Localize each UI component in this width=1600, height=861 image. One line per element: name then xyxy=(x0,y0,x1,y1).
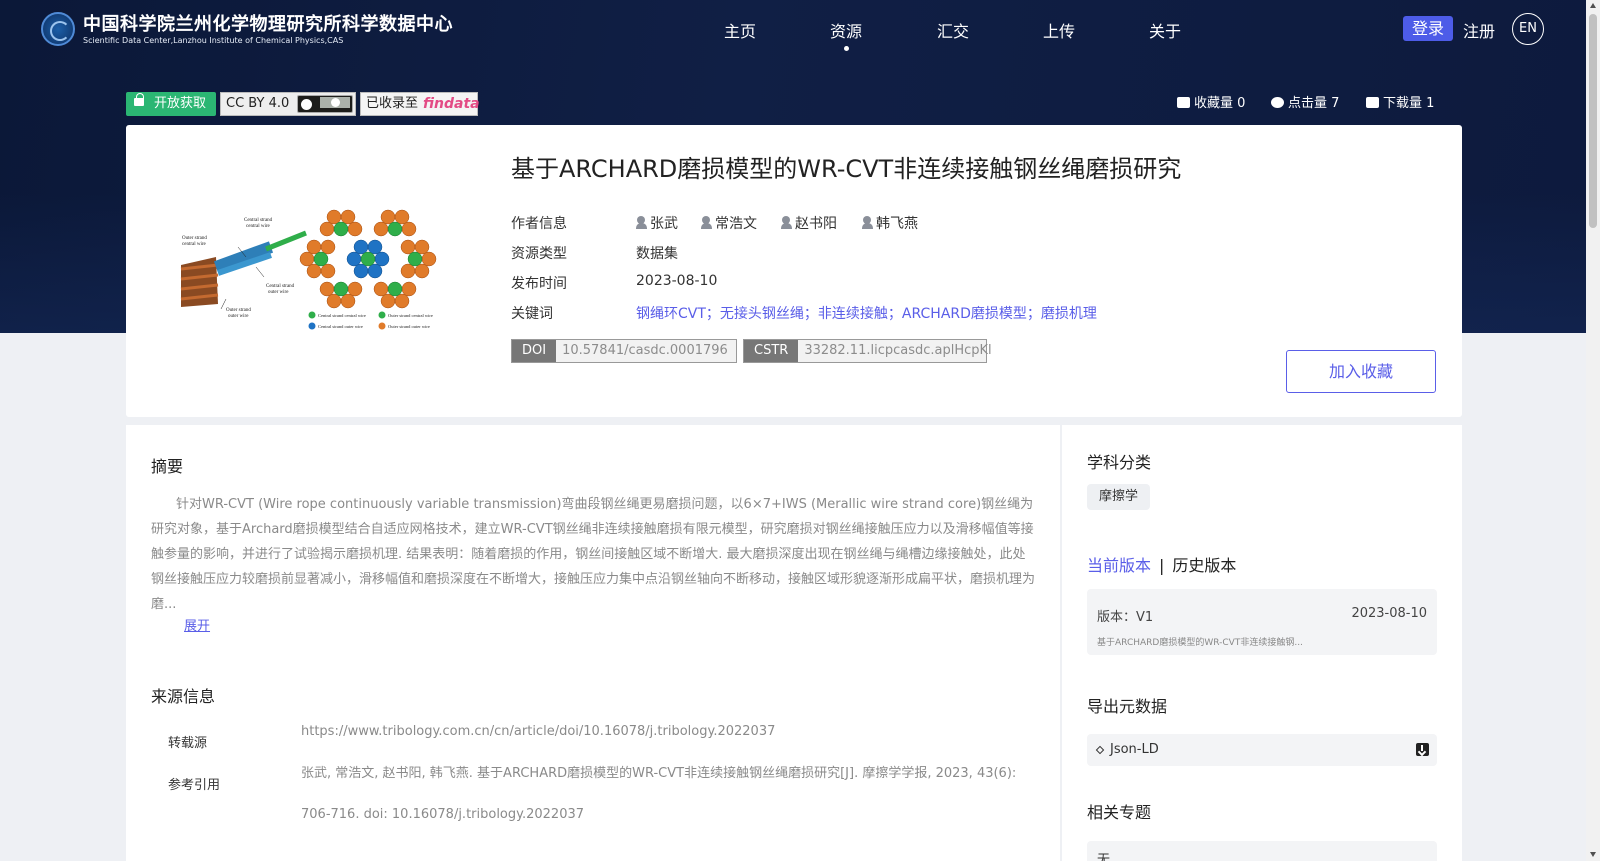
scroll-down-arrow-icon[interactable] xyxy=(1590,852,1596,857)
export-format-label: Json-LD xyxy=(1110,742,1159,757)
page-scrollbar[interactable] xyxy=(1586,0,1600,861)
resource-type-label: 资源类型 xyxy=(511,246,567,262)
add-favorite-button[interactable]: 加入收藏 xyxy=(1286,350,1436,393)
tab-current-version[interactable]: 当前版本 xyxy=(1087,556,1151,575)
cross-section-drawing xyxy=(299,209,437,309)
abstract-title: 摘要 xyxy=(151,457,184,476)
abstract-text: 针对WR-CVT (Wire rope continuously variabl… xyxy=(151,497,1036,612)
indexed-in-label: 已收录至 xyxy=(366,96,419,111)
resource-type-value: 数据集 xyxy=(636,246,678,262)
svg-text:Central strand outer wire: Central strand outer wire xyxy=(318,324,363,329)
svg-text:Central strand: Central strand xyxy=(244,218,273,223)
thumbnail-legend: Central strand central wire Outer strand… xyxy=(308,311,433,330)
findata-badge[interactable]: 已收录至 findata xyxy=(360,92,480,116)
svg-text:central wire: central wire xyxy=(182,242,207,247)
license-label: CC BY 4.0 xyxy=(226,96,290,111)
svg-text:Central strand: Central strand xyxy=(266,284,295,289)
doi-label: DOI xyxy=(512,340,557,362)
citation-label: 参考引用 xyxy=(168,778,221,793)
nav-resources[interactable]: 资源 xyxy=(830,18,862,51)
doi-value: 10.57841/casdc.0001796 xyxy=(562,343,728,358)
subject-title: 学科分类 xyxy=(1087,453,1152,472)
download-icon xyxy=(1366,97,1379,108)
version-name: 基于ARCHARD磨损模型的WR-CVT非连续接触钢... xyxy=(1097,638,1303,648)
sidebar-card: 学科分类 摩擦学 当前版本 | 历史版本 版本：V1 2023-08-10 基于AR… xyxy=(1062,425,1462,861)
svg-text:Outer strand: Outer strand xyxy=(182,236,207,241)
views-count: 点击量 7 xyxy=(1271,92,1339,111)
login-button[interactable]: 登录 xyxy=(1403,16,1453,41)
keywords-label: 关键词 xyxy=(511,306,553,322)
topics-box: 无 xyxy=(1087,841,1437,861)
svg-text:central wire: central wire xyxy=(246,224,271,229)
authors-label: 作者信息 xyxy=(511,216,567,232)
subject-tag[interactable]: 摩擦学 xyxy=(1087,484,1151,510)
eye-icon xyxy=(1271,97,1284,108)
svg-text:Outer strand: Outer strand xyxy=(226,308,251,313)
topics-title: 相关专题 xyxy=(1087,803,1152,822)
site-header: 中国科学院兰州化学物理研究所科学数据中心 Scientific Data Cen… xyxy=(0,0,1600,58)
diamond-icon xyxy=(1095,745,1105,755)
dataset-title: 基于ARCHARD磨损模型的WR-CVT非连续接触钢丝绳磨损研究 xyxy=(511,155,1182,183)
dataset-thumbnail[interactable]: Central strand central wire Outer strand… xyxy=(176,207,456,337)
license-badge[interactable]: CC BY 4.0 xyxy=(220,92,356,116)
author-link[interactable]: 张武 xyxy=(636,213,678,233)
cstr-value: 33282.11.licpcasdc.aplHcpKl xyxy=(804,343,992,358)
publish-date-value: 2023-08-10 xyxy=(636,273,718,289)
nav-home[interactable]: 主页 xyxy=(724,18,756,42)
nav-upload[interactable]: 上传 xyxy=(1043,18,1075,42)
version-label: 版本：V1 xyxy=(1097,610,1154,625)
topics-value: 无 xyxy=(1097,853,1111,861)
expand-link[interactable]: 展开 xyxy=(184,615,210,634)
scroll-up-arrow-icon[interactable] xyxy=(1590,3,1596,8)
author-link[interactable]: 常浩文 xyxy=(701,213,757,233)
svg-text:outer wire: outer wire xyxy=(268,290,289,295)
favorites-count: 收藏量 0 xyxy=(1177,92,1245,111)
institute-logo-icon[interactable] xyxy=(41,12,75,46)
downloads-count: 下载量 1 xyxy=(1366,92,1434,111)
scrollbar-thumb[interactable] xyxy=(1589,14,1597,228)
version-tabs: 当前版本 | 历史版本 xyxy=(1087,552,1236,576)
export-format-select[interactable]: Json-LD xyxy=(1087,734,1437,766)
cstr-badge[interactable]: CSTR 33282.11.licpcasdc.aplHcpKl xyxy=(743,339,992,363)
svg-text:Outer strand central wire: Outer strand central wire xyxy=(388,313,433,318)
tab-separator: | xyxy=(1159,556,1165,575)
source-title: 来源信息 xyxy=(151,687,216,706)
download-icon[interactable] xyxy=(1416,743,1429,756)
tab-history-version[interactable]: 历史版本 xyxy=(1172,556,1236,575)
site-title-cn[interactable]: 中国科学院兰州化学物理研究所科学数据中心 xyxy=(83,10,453,36)
svg-text:outer wire: outer wire xyxy=(228,314,249,319)
main-content-card: 摘要 针对WR-CVT (Wire rope continuously vari… xyxy=(126,425,1060,861)
repost-url[interactable]: https://www.tribology.com.cn/cn/article/… xyxy=(301,711,1031,752)
language-toggle-button[interactable]: EN xyxy=(1512,13,1544,45)
svg-text:Outer strand outer wire: Outer strand outer wire xyxy=(388,324,430,329)
cc-by-icon xyxy=(297,95,353,113)
nav-submit[interactable]: 汇交 xyxy=(937,18,969,42)
author-link[interactable]: 韩飞燕 xyxy=(862,213,918,233)
author-link[interactable]: 赵书阳 xyxy=(781,213,837,233)
publish-date-label: 发布时间 xyxy=(511,276,567,292)
unlock-icon xyxy=(134,93,144,106)
open-access-label: 开放获取 xyxy=(154,96,207,111)
citation-text: 张武, 常浩文, 赵书阳, 韩飞燕. 基于ARCHARD磨损模型的WR-CVT非… xyxy=(301,766,1017,822)
svg-text:Central strand central wire: Central strand central wire xyxy=(318,313,366,318)
cstr-label: CSTR xyxy=(744,340,799,362)
nav-about[interactable]: 关于 xyxy=(1149,18,1181,42)
doi-badge[interactable]: DOI 10.57841/casdc.0001796 xyxy=(511,339,737,363)
open-access-badge: 开放获取 xyxy=(126,92,216,116)
collection-icon xyxy=(1177,97,1190,108)
dataset-summary-card: Central strand central wire Outer strand… xyxy=(126,125,1462,417)
version-date: 2023-08-10 xyxy=(1351,606,1427,621)
site-title-en: Scientific Data Center,Lanzhou Institute… xyxy=(83,36,344,45)
findata-logo: findata xyxy=(423,96,480,112)
export-title: 导出元数据 xyxy=(1087,697,1168,716)
keywords-value[interactable]: 钢绳环CVT；无接头钢丝绳；非连续接触；ARCHARD磨损模型；磨损机理 xyxy=(636,303,1097,323)
repost-label: 转载源 xyxy=(168,736,208,751)
version-item[interactable]: 版本：V1 2023-08-10 基于ARCHARD磨损模型的WR-CVT非连续… xyxy=(1087,589,1437,655)
register-button[interactable]: 注册 xyxy=(1463,18,1495,42)
